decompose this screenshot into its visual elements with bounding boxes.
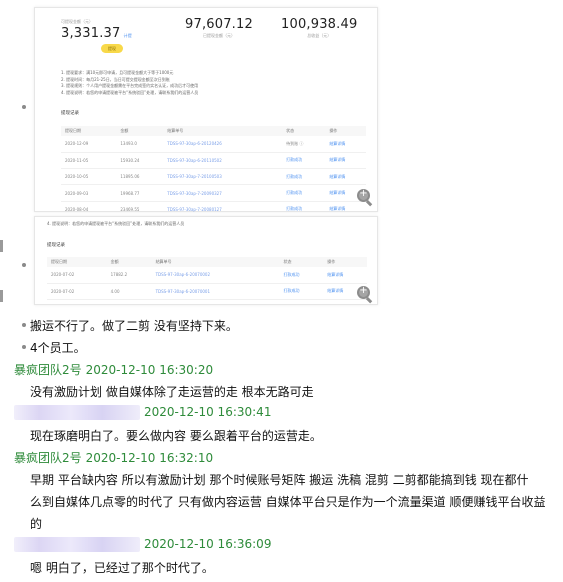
amount-cell: 17882.2: [106, 267, 152, 284]
order-number-link[interactable]: TDSS-97-30ap-6-20120426: [163, 136, 283, 153]
chat-line: 4个员工。: [30, 341, 86, 355]
table-header-row: 提现日期 金额 结算单号 状态 操作: [47, 257, 367, 267]
table-header-row: 提现日期 金额 结算单号 状态 操作: [61, 126, 366, 136]
stat-label: 已提现金额（元）: [202, 33, 235, 38]
table-row: 2020-07-02 4.00 TDSS-97-30ap-6-20070001 …: [47, 283, 367, 301]
amount-cell: 4.00: [106, 283, 152, 301]
date-cell: 2020-07-02: [47, 267, 107, 284]
message-text: 么到自媒体几点零的时代了 只有做内容运营 自媒体平台只是作为一个流量渠道 顺便赚…: [30, 495, 546, 509]
withdraw-records-table: 提现日期 金额 结算单号 状态 操作 2020-12-09 13493.0 TD…: [61, 126, 366, 218]
date-cell: 2020-09-03: [61, 184, 117, 202]
total-income-stat: 100,938.49 总收益（元）: [281, 17, 357, 39]
redacted-sender-name: [14, 405, 140, 420]
status-cell: 打款成功: [282, 184, 326, 202]
stat-label: 总收益（元）: [307, 33, 332, 38]
message-text: 的: [30, 517, 43, 531]
column-header: 结算单号: [163, 126, 283, 136]
embedded-screenshot-records[interactable]: 4. 提现说明：若您的申请提现被平台“系统驳回”处理，请联系我们的运营人员 提现…: [34, 216, 378, 305]
table-row: 2020-10-05 11895.06 TDSS-97-30ap-7-20100…: [61, 168, 366, 186]
column-header: 金额: [106, 257, 152, 267]
withdraw-records-table: 提现日期 金额 结算单号 状态 操作 2020-07-02 17882.2 TD…: [47, 257, 367, 301]
stat-value: 97,607.12: [185, 17, 253, 32]
column-header: 状态: [279, 257, 324, 267]
status-cell: 待到账 ⓘ: [282, 136, 326, 153]
list-bullet: [22, 323, 26, 327]
left-edge-marker: [0, 240, 3, 252]
message-timestamp: 2020-12-10 16:30:20: [85, 363, 214, 377]
order-number-link[interactable]: TDSS-97-30ap-6-20070002: [151, 267, 280, 284]
amount-cell: 11895.06: [116, 168, 164, 186]
column-header: 提现日期: [47, 257, 107, 267]
order-number-link[interactable]: TDSS-97-30ap-7-20100503: [163, 168, 283, 186]
amount-cell: 15930.24: [116, 152, 164, 170]
list-bullet: [22, 345, 26, 349]
embedded-screenshot-earnings[interactable]: 可提现金额（元） 3,331.37 计提 提现 97,607.12 已提现金额（元…: [34, 7, 378, 218]
column-header: 操作: [323, 257, 367, 267]
stat-value: 100,938.49: [281, 17, 358, 32]
stat-value: 3,331.37 计提: [61, 26, 132, 41]
withdraw-button[interactable]: 提现: [101, 44, 123, 53]
message-timestamp: 2020-12-10 16:30:41: [144, 405, 272, 419]
date-cell: 2020-11-05: [61, 152, 117, 170]
rule-line: 3. 提现规则：个人用户提现金额需在平台完成签约实名认证，成功后才可使用: [61, 83, 199, 88]
rule-line: 4. 提现说明：若您的申请提现被平台“系统驳回”处理，请联系我们的运营人员: [61, 89, 199, 95]
detail-link[interactable]: 结算详情: [325, 136, 366, 153]
message-header: 暴疯团队2号 2020-12-10 16:32:10: [14, 449, 213, 466]
detail-link[interactable]: 结算详情: [323, 267, 367, 284]
zoom-in-icon[interactable]: [357, 285, 373, 304]
table-row: 2020-07-02 17882.2 TDSS-97-30ap-6-200700…: [47, 267, 367, 284]
message-timestamp: 2020-12-10 16:36:09: [144, 537, 272, 551]
detail-link[interactable]: 结算详情: [325, 168, 366, 186]
order-number-link[interactable]: TDSS-97-30ap-7-20090327: [163, 184, 283, 202]
message-text: 早期 平台缺内容 所以有激励计划 那个时候账号矩阵 搬运 洗稿 混剪 二剪都能搞…: [30, 473, 529, 487]
order-number-link[interactable]: TDSS-97-30ap-6-20070001: [151, 283, 280, 301]
date-cell: 2020-10-05: [61, 168, 117, 186]
stat-suffix: 计提: [123, 33, 132, 38]
zoom-in-icon[interactable]: [357, 188, 373, 207]
message-text: 嗯 明白了，已经过了那个时代了。: [30, 561, 214, 575]
date-cell: 2020-07-02: [47, 283, 107, 301]
detail-link[interactable]: 结算详情: [325, 152, 366, 170]
rule-line: 4. 提现说明：若您的申请提现被平台“系统驳回”处理，请联系我们的运营人员: [47, 221, 185, 226]
message-timestamp: 2020-12-10 16:32:10: [85, 451, 214, 465]
table-row: 2020-12-09 13493.0 TDSS-97-30ap-6-201204…: [61, 136, 366, 153]
redacted-sender-name: [14, 537, 140, 552]
status-cell: 打款成功: [282, 168, 326, 186]
column-header: 提现日期: [61, 126, 117, 136]
message-text: 没有激励计划 做自媒体除了走运营的走 根本无路可走: [30, 385, 314, 399]
status-cell: 打款成功: [282, 152, 326, 170]
available-balance-stat: 可提现金额（元） 3,331.37 计提: [61, 18, 132, 41]
withdraw-rule-note: 4. 提现说明：若您的申请提现被平台“系统驳回”处理，请联系我们的运营人员: [47, 221, 184, 228]
section-title: 提现记录: [61, 111, 79, 116]
stat-label: 可提现金额（元）: [61, 19, 93, 24]
order-number-link[interactable]: TDSS-97-30ap-6-20110502: [163, 152, 283, 170]
list-bullet: [22, 263, 26, 267]
section-title: 提现记录: [47, 243, 65, 248]
sender-name[interactable]: 暴疯团队2号: [14, 451, 82, 465]
message-header: 暴疯团队2号 2020-12-10 16:30:20: [14, 361, 213, 378]
column-header: 金额: [116, 126, 164, 136]
withdraw-rules: 1. 提现要求：满10元即可申请，且可提现金额大于等于1000元 2. 提现时间…: [61, 70, 198, 96]
status-cell: 打款成功: [279, 267, 324, 284]
amount-cell: 13493.0: [116, 136, 164, 153]
list-bullet: [22, 105, 26, 109]
amount-cell: 19968.77: [116, 184, 164, 202]
table-row: 2020-11-05 15930.24 TDSS-97-30ap-6-20110…: [61, 152, 366, 170]
column-header: 结算单号: [151, 257, 280, 267]
column-header: 状态: [282, 126, 326, 136]
table-row: 2020-09-03 19968.77 TDSS-97-30ap-7-20090…: [61, 184, 366, 202]
chat-line: 搬运不行了。做了二剪 没有坚持下来。: [30, 319, 238, 333]
message-text: 现在琢磨明白了。要么做内容 要么跟着平台的运营走。: [30, 429, 322, 443]
date-cell: 2020-12-09: [61, 136, 117, 153]
left-edge-marker: [0, 290, 3, 302]
withdrawn-amount-stat: 97,607.12 已提现金额（元）: [185, 17, 253, 39]
status-cell: 打款成功: [279, 283, 324, 301]
column-header: 操作: [325, 126, 366, 136]
sender-name[interactable]: 暴疯团队2号: [14, 363, 82, 377]
